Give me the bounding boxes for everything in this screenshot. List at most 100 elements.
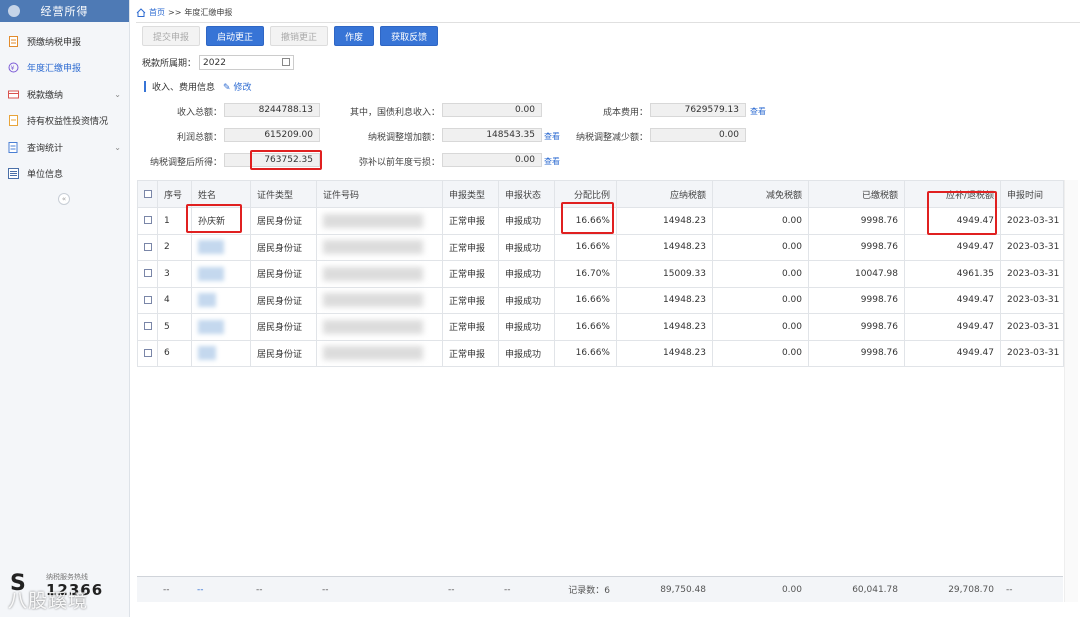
row-id-number-redacted bbox=[316, 313, 443, 341]
row-relief: 0.00 bbox=[712, 339, 809, 367]
adj-increase-view-link[interactable]: 查看 bbox=[544, 131, 560, 142]
collapse-sidebar-icon[interactable]: « bbox=[58, 193, 70, 205]
record-count: 记录数：6 bbox=[568, 586, 610, 596]
row-date: 2023-03-31 bbox=[1000, 233, 1064, 261]
home-icon[interactable] bbox=[136, 7, 146, 17]
breadcrumb-home[interactable]: 首页 bbox=[149, 7, 165, 18]
row-id-type: 居民身份证 bbox=[250, 339, 317, 367]
col-header: 申报类型 bbox=[442, 180, 499, 208]
chevron-down-icon[interactable]: ⌄ bbox=[114, 90, 121, 99]
chevron-down-icon[interactable]: ⌄ bbox=[114, 143, 121, 152]
row-ratio: 16.66% bbox=[554, 339, 617, 367]
adj-decrease-field: 0.00 bbox=[650, 128, 746, 142]
start-correction-button[interactable]: 启动更正 bbox=[206, 26, 265, 46]
row-status: 申报成功 bbox=[498, 233, 555, 261]
row-decl-type: 正常申报 bbox=[442, 339, 499, 367]
sidebar-item-prepay[interactable]: 预缴纳税申报 bbox=[0, 28, 129, 55]
row-tax-due: 14948.23 bbox=[616, 233, 713, 261]
col-header: 申报状态 bbox=[498, 180, 555, 208]
total-tax-due: 89,750.48 bbox=[660, 584, 706, 595]
row-tax-due: 14948.23 bbox=[616, 286, 713, 314]
bond-interest-label: 其中，国债利息收入： bbox=[349, 108, 440, 118]
document-icon bbox=[8, 35, 19, 47]
section-title: 收入、费用信息 ✎ 修改 bbox=[144, 80, 251, 93]
profit-total-field: 615209.00 bbox=[224, 128, 320, 142]
sidebar-item-payment[interactable]: 税款缴纳 ⌄ bbox=[0, 81, 129, 108]
sidebar-header: 经营所得 bbox=[0, 0, 129, 22]
table-row[interactable]: 2 居民身份证 正常申报 申报成功 16.66% 14948.23 0.00 9… bbox=[137, 233, 1064, 261]
cost-view-link[interactable]: 查看 bbox=[750, 106, 766, 117]
annual-icon: ¥ bbox=[8, 62, 19, 73]
pencil-icon: ✎ bbox=[223, 83, 231, 93]
total-paid: 60,041.78 bbox=[852, 584, 898, 595]
table-row[interactable]: 3 居民身份证 正常申报 申报成功 16.70% 15009.33 0.00 1… bbox=[137, 260, 1064, 288]
total-relief: 0.00 bbox=[781, 584, 802, 595]
adj-increase-label: 纳税调整增加额： bbox=[367, 133, 440, 143]
row-relief: 0.00 bbox=[712, 233, 809, 261]
row-name-redacted[interactable] bbox=[191, 313, 251, 341]
sidebar-title: 经营所得 bbox=[40, 5, 89, 18]
edit-link[interactable]: ✎ 修改 bbox=[223, 80, 251, 93]
sidebar-item-unit-info[interactable]: 单位信息 bbox=[0, 161, 129, 188]
row-id-type: 居民身份证 bbox=[250, 286, 317, 314]
void-button[interactable]: 作废 bbox=[334, 26, 375, 46]
calendar-icon[interactable] bbox=[282, 58, 291, 66]
tax-logo-icon bbox=[8, 5, 20, 17]
cancel-correction-button[interactable]: 撤销更正 bbox=[270, 26, 329, 46]
row-checkbox[interactable] bbox=[137, 339, 158, 367]
period-value: 2022 bbox=[203, 57, 226, 68]
row-status: 申报成功 bbox=[498, 313, 555, 341]
row-date: 2023-03-31 bbox=[1000, 207, 1064, 235]
cost-label: 成本费用： bbox=[602, 108, 648, 118]
row-checkbox[interactable] bbox=[137, 313, 158, 341]
row-checkbox[interactable] bbox=[137, 260, 158, 288]
bond-interest-field: 0.00 bbox=[442, 103, 542, 117]
row-checkbox[interactable] bbox=[137, 233, 158, 261]
toolbar: 提交申报 启动更正 撤销更正 作废 获取反馈 bbox=[142, 26, 444, 46]
row-paid: 9998.76 bbox=[808, 313, 905, 341]
row-checkbox[interactable] bbox=[137, 286, 158, 314]
row-ratio: 16.66% bbox=[554, 313, 617, 341]
row-id-type: 居民身份证 bbox=[250, 233, 317, 261]
col-header: 应纳税额 bbox=[616, 180, 713, 208]
sidebar-item-annual[interactable]: ¥ 年度汇缴申报 bbox=[0, 55, 129, 82]
row-checkbox[interactable] bbox=[137, 207, 158, 235]
vertical-scrollbar[interactable] bbox=[1064, 180, 1078, 602]
row-tax-due: 14948.23 bbox=[616, 339, 713, 367]
row-relief: 0.00 bbox=[712, 207, 809, 235]
row-paid: 9998.76 bbox=[808, 286, 905, 314]
table-row[interactable]: 6 居民身份证 正常申报 申报成功 16.66% 14948.23 0.00 9… bbox=[137, 339, 1064, 367]
table-row[interactable]: 4 居民身份证 正常申报 申报成功 16.66% 14948.23 0.00 9… bbox=[137, 286, 1064, 314]
loss-offset-view-link[interactable]: 查看 bbox=[544, 156, 560, 167]
sidebar-item-label: 查询统计 bbox=[27, 143, 64, 154]
highlight-box bbox=[927, 191, 997, 235]
row-tax-due: 14948.23 bbox=[616, 313, 713, 341]
adj-increase-field: 148543.35 bbox=[442, 128, 542, 142]
select-all-checkbox[interactable] bbox=[137, 180, 158, 208]
row-ratio: 16.70% bbox=[554, 260, 617, 288]
row-refund: 4961.35 bbox=[904, 260, 1001, 288]
get-feedback-button[interactable]: 获取反馈 bbox=[380, 26, 439, 46]
highlight-box bbox=[250, 150, 322, 170]
row-name-redacted[interactable] bbox=[191, 233, 251, 261]
row-relief: 0.00 bbox=[712, 260, 809, 288]
period-selector: 税款所属期： 2022 bbox=[142, 55, 295, 70]
row-id-number-redacted bbox=[316, 233, 443, 261]
period-input[interactable]: 2022 bbox=[199, 55, 295, 70]
total-refund: 29,708.70 bbox=[948, 584, 994, 595]
table-row[interactable]: 5 居民身份证 正常申报 申报成功 16.66% 14948.23 0.00 9… bbox=[137, 313, 1064, 341]
breadcrumb: 首页 >> 年度汇缴申报 bbox=[136, 5, 232, 19]
col-header: 减免税额 bbox=[712, 180, 809, 208]
row-name-redacted[interactable] bbox=[191, 339, 251, 367]
row-decl-type: 正常申报 bbox=[442, 313, 499, 341]
total-dash: -- bbox=[197, 584, 204, 595]
sidebar-item-investment[interactable]: 持有权益性投资情况 bbox=[0, 108, 129, 135]
svg-text:¥: ¥ bbox=[11, 65, 15, 72]
sidebar-item-label: 预缴纳税申报 bbox=[27, 37, 82, 48]
submit-button[interactable]: 提交申报 bbox=[142, 26, 201, 46]
row-name-redacted[interactable] bbox=[191, 286, 251, 314]
table-total-row: -- -- -- -- -- -- 记录数：6 89,750.48 0.00 6… bbox=[137, 576, 1063, 602]
sidebar-item-query[interactable]: 查询统计 ⌄ bbox=[0, 134, 129, 161]
income-total-label: 收入总额： bbox=[176, 108, 222, 118]
row-name-redacted[interactable] bbox=[191, 260, 251, 288]
